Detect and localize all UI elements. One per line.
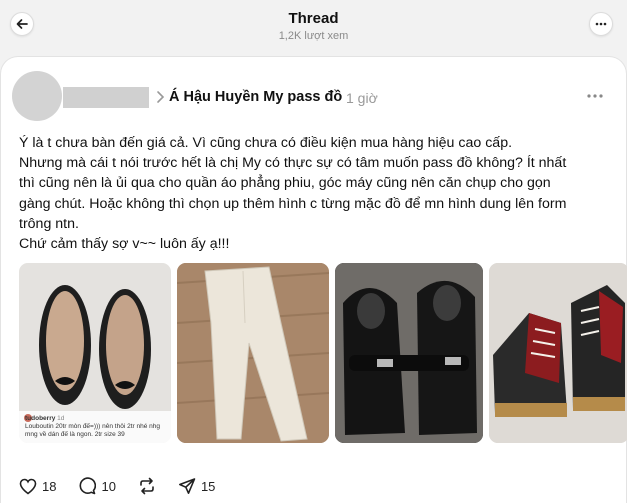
repost-button[interactable] bbox=[138, 477, 156, 495]
post-line: gàng chút. Hoặc không thì chọn up thêm h… bbox=[19, 195, 567, 212]
share-button[interactable]: 15 bbox=[178, 477, 215, 495]
share-count: 15 bbox=[200, 478, 216, 494]
sneakers-illustration bbox=[489, 263, 627, 443]
group-name[interactable]: Á Hậu Huyền My pass đồ bbox=[169, 89, 342, 105]
redacted-username bbox=[63, 87, 149, 108]
view-count: 1,2K lượt xem bbox=[278, 30, 349, 42]
heart-icon bbox=[19, 478, 37, 495]
media-caption: tudoberry 1d Louboutin 20tr mòn đế=))) n… bbox=[25, 415, 165, 439]
chevron-right-icon bbox=[157, 91, 165, 103]
media-image-sneakers[interactable] bbox=[489, 263, 627, 443]
caption-age: 1d bbox=[57, 415, 65, 422]
post-line: trông ntn. bbox=[19, 215, 79, 232]
page-title: Thread bbox=[288, 10, 339, 27]
avatar[interactable] bbox=[12, 71, 62, 121]
repost-icon bbox=[140, 477, 154, 495]
post-line: Ý là t chưa bàn đến giá cả. Vì cũng chưa… bbox=[19, 135, 513, 151]
post-line: Nhưng mà cái t nói trước hết là chị My c… bbox=[19, 155, 567, 172]
send-icon bbox=[178, 478, 196, 494]
media-image-mules[interactable] bbox=[335, 263, 483, 443]
top-bar: Thread 1,2K lượt xem bbox=[0, 0, 627, 56]
caption-user: tudoberry bbox=[25, 415, 56, 422]
comment-count: 10 bbox=[101, 478, 116, 494]
pants-illustration bbox=[177, 263, 329, 443]
title-block: Thread 1,2K lượt xem bbox=[0, 10, 627, 42]
action-bar: 18 10 15 bbox=[19, 477, 237, 495]
post-more-icon[interactable] bbox=[586, 93, 604, 99]
caption-text: Louboutin 20tr mòn đế=))) nên thôi 2tr n… bbox=[25, 423, 160, 438]
post-time: 1 giờ bbox=[346, 90, 378, 106]
media-image-flats[interactable]: tudoberry 1d Louboutin 20tr mòn đế=))) n… bbox=[19, 263, 171, 443]
more-horizontal-icon bbox=[595, 22, 607, 26]
thread-card: Á Hậu Huyền My pass đồ 1 giờ Ý là t chưa… bbox=[0, 56, 627, 503]
comment-icon bbox=[79, 477, 97, 495]
post-body: Ý là t chưa bàn đến giá cả. Vì cũng chưa… bbox=[19, 133, 619, 254]
more-options-button[interactable] bbox=[589, 12, 613, 36]
like-count: 18 bbox=[42, 478, 57, 494]
like-button[interactable]: 18 bbox=[19, 477, 56, 495]
mules-illustration bbox=[335, 263, 483, 443]
post-line: Chứ cảm thấy sợ v~~ luôn ấy ạ!!! bbox=[19, 236, 230, 253]
comment-button[interactable]: 10 bbox=[78, 477, 116, 495]
post-line: thì cũng nên là ủi qua cho quần áo phẳng… bbox=[19, 175, 551, 192]
media-image-pants[interactable] bbox=[177, 263, 329, 443]
